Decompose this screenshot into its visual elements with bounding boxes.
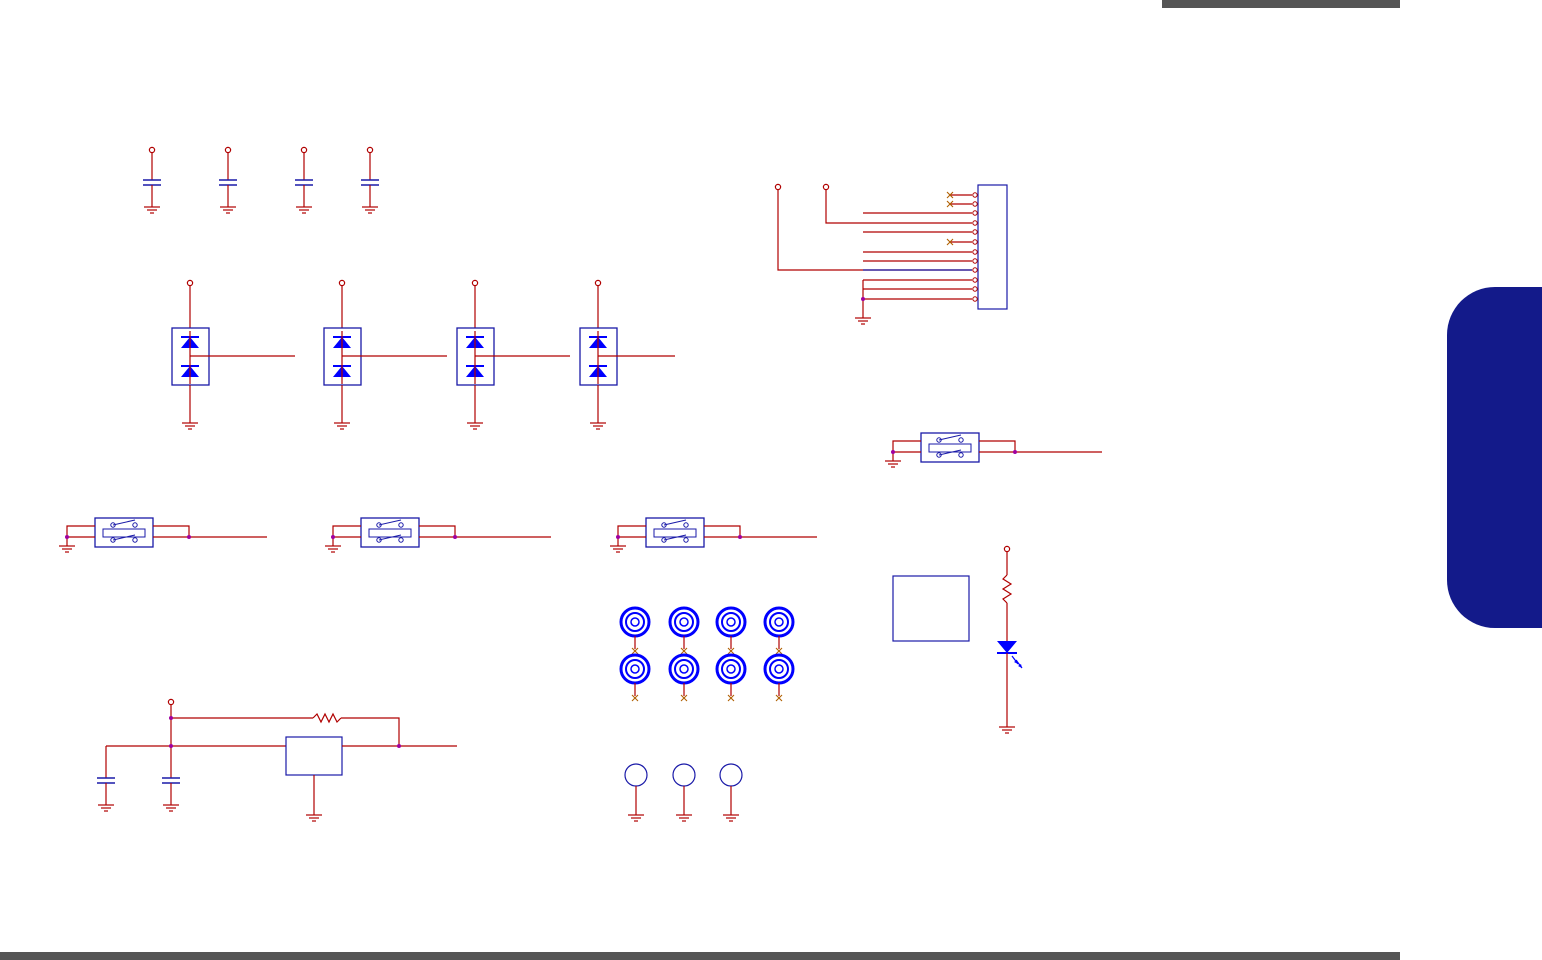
power-pin (186, 279, 194, 287)
ground-icon (999, 726, 1015, 734)
test-point (719, 763, 743, 822)
ground-icon (220, 206, 236, 214)
capacitor-icon (162, 777, 180, 812)
junction-dot (1013, 450, 1017, 454)
schematic-sheet (59, 146, 1102, 822)
power-pin (774, 183, 782, 191)
connector-pin (972, 192, 978, 198)
esd-diode-array (579, 279, 675, 430)
regulator-group (97, 698, 457, 822)
tact-switch (885, 432, 1102, 468)
ground-icon (163, 804, 179, 812)
ground-icon (182, 422, 198, 430)
screw-hole-icon (668, 606, 700, 655)
junction-dot (397, 744, 401, 748)
connector-pin (972, 277, 978, 283)
junction-dot (861, 297, 865, 301)
capacitor-icon (361, 146, 379, 214)
tact-switch (325, 517, 551, 553)
junction-dot (169, 716, 173, 720)
power-pin (224, 146, 232, 154)
power-pin (822, 183, 830, 191)
led-icon (997, 641, 1023, 669)
junction-dot (738, 535, 742, 539)
ground-icon (610, 545, 626, 553)
ground-icon (334, 422, 350, 430)
junction-dot (65, 535, 69, 539)
test-points-group (624, 763, 743, 822)
status-led-group (892, 545, 1023, 734)
esd-diode-array (456, 279, 570, 430)
power-pin (594, 279, 602, 287)
ground-icon (885, 460, 901, 468)
screw-hole-icon (715, 606, 747, 655)
connector-pin (972, 229, 978, 235)
power-pin (167, 698, 175, 706)
screw-hole-icon (763, 606, 795, 655)
connector-pin (972, 210, 978, 216)
tact-switches-group (59, 432, 1102, 553)
connector-pin (972, 267, 978, 273)
test-point (672, 763, 696, 822)
capacitor-icon (143, 146, 161, 214)
junction-dot (169, 744, 173, 748)
junction-dot (891, 450, 895, 454)
power-pin (471, 279, 479, 287)
capacitor-icon (295, 146, 313, 214)
esd-diode-array (323, 279, 447, 430)
screw-hole-icon (715, 653, 747, 702)
connector-pin (972, 249, 978, 255)
screw-hole-icon (619, 606, 651, 655)
test-point (624, 763, 648, 822)
power-pin (148, 146, 156, 154)
screw-hole-icon (668, 653, 700, 702)
connector-body (977, 184, 1008, 310)
connector-pin (972, 220, 978, 226)
module-block (892, 575, 970, 642)
ground-icon (144, 206, 160, 214)
ground-icon (362, 206, 378, 214)
capacitor-icon (219, 146, 237, 214)
ground-icon (306, 814, 322, 822)
power-pin (1003, 545, 1011, 553)
power-pin (338, 279, 346, 287)
tact-switch (59, 517, 267, 553)
capacitor-icon (97, 777, 115, 812)
decoupling-caps-group (143, 146, 379, 214)
screw-holes-group (619, 606, 795, 702)
esd-diode-array (171, 279, 295, 430)
ground-icon (676, 814, 692, 822)
junction-dot (187, 535, 191, 539)
ground-icon (98, 804, 114, 812)
ground-icon (590, 422, 606, 430)
tact-switch (610, 517, 817, 553)
connector-pin (972, 201, 978, 207)
ground-icon (296, 206, 312, 214)
ground-icon (467, 422, 483, 430)
screw-hole-icon (619, 653, 651, 702)
ground-icon (628, 814, 644, 822)
ground-icon (59, 545, 75, 553)
connector-pin (972, 296, 978, 302)
esd-arrays-group (171, 279, 675, 430)
resistor-icon (1001, 574, 1013, 604)
connector-pin (972, 258, 978, 264)
power-pin (300, 146, 308, 154)
ground-icon (855, 317, 871, 325)
regulator-ic (285, 736, 343, 776)
junction-dot (331, 535, 335, 539)
screw-hole-icon (763, 653, 795, 702)
ground-icon (325, 545, 341, 553)
power-pin (366, 146, 374, 154)
junction-dot (616, 535, 620, 539)
resistor-icon (312, 712, 342, 724)
junction-dot (453, 535, 457, 539)
connector-pin (972, 239, 978, 245)
connector-pin (972, 286, 978, 292)
connector-group (774, 183, 1008, 325)
ground-icon (723, 814, 739, 822)
